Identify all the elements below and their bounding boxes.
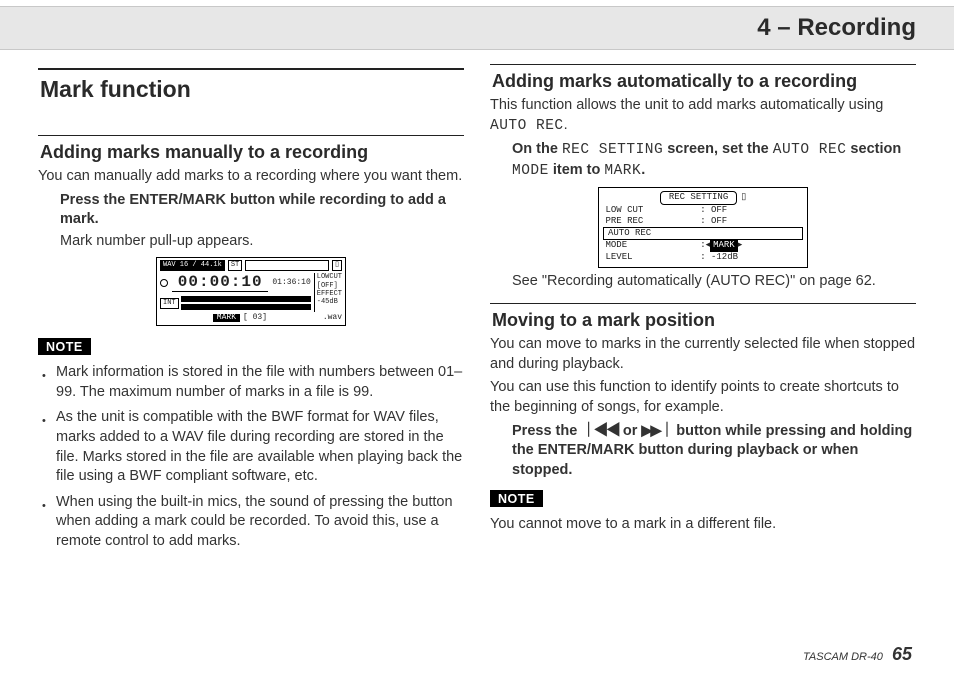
note-badge: NOTE	[490, 490, 543, 507]
left-arrow-icon: :◂	[700, 240, 710, 250]
lcd-menu-row-selected: MODE :◂MARK▸	[604, 240, 803, 252]
rule	[490, 303, 916, 304]
body-text: This function allows the unit to add mar…	[490, 96, 916, 136]
lcd-format-chip: WAV 16 / 44.1k	[160, 260, 225, 271]
rule	[490, 64, 916, 65]
skip-previous-icon: ｜◀◀	[581, 423, 619, 439]
step-instruction: Press the ｜◀◀ or ▶▶｜ button while pressi…	[512, 422, 916, 481]
lcd-mark-number: [ 03]	[243, 314, 267, 322]
lcd-mark-label: MARK	[213, 314, 240, 322]
rule	[38, 68, 464, 70]
lcd-elapsed-time: 00:00:10	[172, 274, 268, 292]
lcd-battery-icon: ▯	[332, 260, 342, 271]
lcd-menu-title: REC SETTING	[660, 191, 737, 204]
step-block: On the REC SETTING screen, set the AUTO …	[512, 140, 916, 181]
lcd-battery-icon: ▯	[741, 192, 746, 203]
rule	[38, 135, 464, 136]
note-text: You cannot move to a mark in a different…	[490, 515, 916, 535]
lcd-menu-row: LOW CUT : OFF	[604, 205, 803, 216]
product-model: TASCAM DR-40	[803, 651, 883, 663]
body-text: You can use this function to identify po…	[490, 378, 916, 417]
lcd-menu-row: LEVEL : -12dB	[604, 252, 803, 263]
page-number: 65	[892, 644, 912, 664]
step-block: Press the ENTER/MARK button while record…	[60, 191, 464, 252]
moving-to-mark-heading: Moving to a mark position	[492, 310, 916, 331]
lcd-side-column: LOWCUT [OFF] EFFECT -45dB	[314, 273, 342, 312]
page-footer: TASCAM DR-40 65	[803, 644, 912, 665]
lcd-remaining-time: 01:36:10	[272, 279, 310, 287]
step-instruction: On the REC SETTING screen, set the AUTO …	[512, 140, 916, 181]
lcd-screenshot-recording: WAV 16 / 44.1k ST ▯ 00:00:10 01:36:10 IN…	[156, 257, 346, 326]
step-block: Press the ｜◀◀ or ▶▶｜ button while pressi…	[512, 422, 916, 481]
right-column: Adding marks automatically to a recordin…	[490, 58, 916, 557]
body-text: You can move to marks in the currently s…	[490, 335, 916, 374]
mark-function-heading: Mark function	[40, 76, 464, 103]
left-column: Mark function Adding marks manually to a…	[38, 58, 464, 557]
lcd-menu-row: PRE REC : OFF	[604, 216, 803, 228]
step-result: Mark number pull-up appears.	[60, 232, 464, 252]
step-instruction: Press the ENTER/MARK button while record…	[60, 191, 464, 230]
lcd-menu-group: AUTO REC	[604, 228, 803, 240]
record-indicator-icon	[160, 279, 168, 287]
skip-next-icon: ▶▶｜	[641, 423, 672, 439]
lcd-input-chip: INT	[160, 298, 179, 309]
note-item: When using the built-in mics, the sound …	[38, 493, 464, 552]
note-badge: NOTE	[38, 338, 91, 355]
lcd-file-ext: .wav	[323, 314, 342, 322]
lcd-channel-chip: ST	[228, 260, 242, 271]
note-item: Mark information is stored in the file w…	[38, 363, 464, 402]
cross-reference: See "Recording automatically (AUTO REC)"…	[512, 272, 916, 292]
right-arrow-icon: ▸	[738, 240, 743, 250]
adding-marks-auto-heading: Adding marks automatically to a recordin…	[492, 71, 916, 92]
note-item: As the unit is compatible with the BWF f…	[38, 408, 464, 486]
adding-marks-manually-heading: Adding marks manually to a recording	[40, 142, 464, 163]
note-list: Mark information is stored in the file w…	[38, 363, 464, 551]
lcd-screenshot-rec-setting: REC SETTING ▯ LOW CUT : OFF PRE REC : OF…	[598, 187, 808, 268]
chapter-header: 4 – Recording	[0, 6, 954, 50]
chapter-title: 4 – Recording	[757, 14, 916, 42]
body-text: You can manually add marks to a recordin…	[38, 167, 464, 187]
